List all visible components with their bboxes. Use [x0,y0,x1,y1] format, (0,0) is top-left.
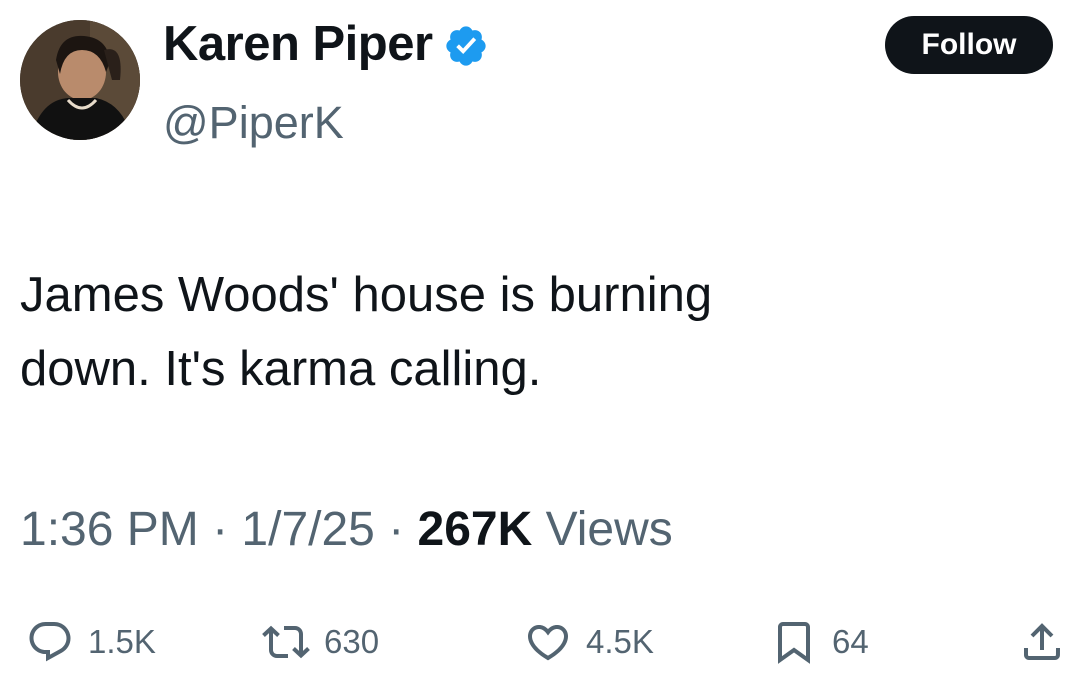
share-icon [1024,623,1060,660]
like-button[interactable]: 4.5K [524,612,654,672]
views-label: Views [532,503,673,556]
bookmark-button[interactable]: 64 [770,612,869,672]
author-name[interactable]: Karen Piper [163,14,433,74]
like-count: 4.5K [586,623,654,660]
reply-icon [29,622,71,662]
tweet-meta: 1:36 PM · 1/7/25 · 267K Views [20,500,673,560]
reply-count: 1.5K [88,623,156,660]
meta-separator: · [198,503,242,556]
tweet-time[interactable]: 1:36 PM [20,503,199,556]
tweet-text-line: down. It's karma calling. [20,342,542,396]
author-handle[interactable]: @PiperK [163,95,344,151]
bookmark-icon [778,622,810,664]
bookmark-count: 64 [832,623,869,660]
profile-photo-icon [20,20,140,140]
tweet-date[interactable]: 1/7/25 [241,503,374,556]
views-count: 267K [417,503,533,556]
action-bar: 1.5K 630 4.5K 64 [0,612,1088,672]
avatar[interactable] [20,20,140,140]
verified-badge-icon[interactable] [443,23,489,69]
follow-button[interactable]: Follow [885,16,1053,74]
tweet-text-line: James Woods' house is burning [20,268,713,322]
reply-button[interactable]: 1.5K [26,612,156,672]
heart-icon [527,625,569,661]
tweet-text: James Woods' house is burning down. It's… [20,258,1020,406]
repost-icon [262,625,310,659]
share-button[interactable] [1018,612,1066,672]
meta-separator: · [374,503,418,556]
repost-button[interactable]: 630 [262,612,379,672]
display-name[interactable]: Karen Piper [163,14,489,74]
repost-count: 630 [324,623,380,660]
